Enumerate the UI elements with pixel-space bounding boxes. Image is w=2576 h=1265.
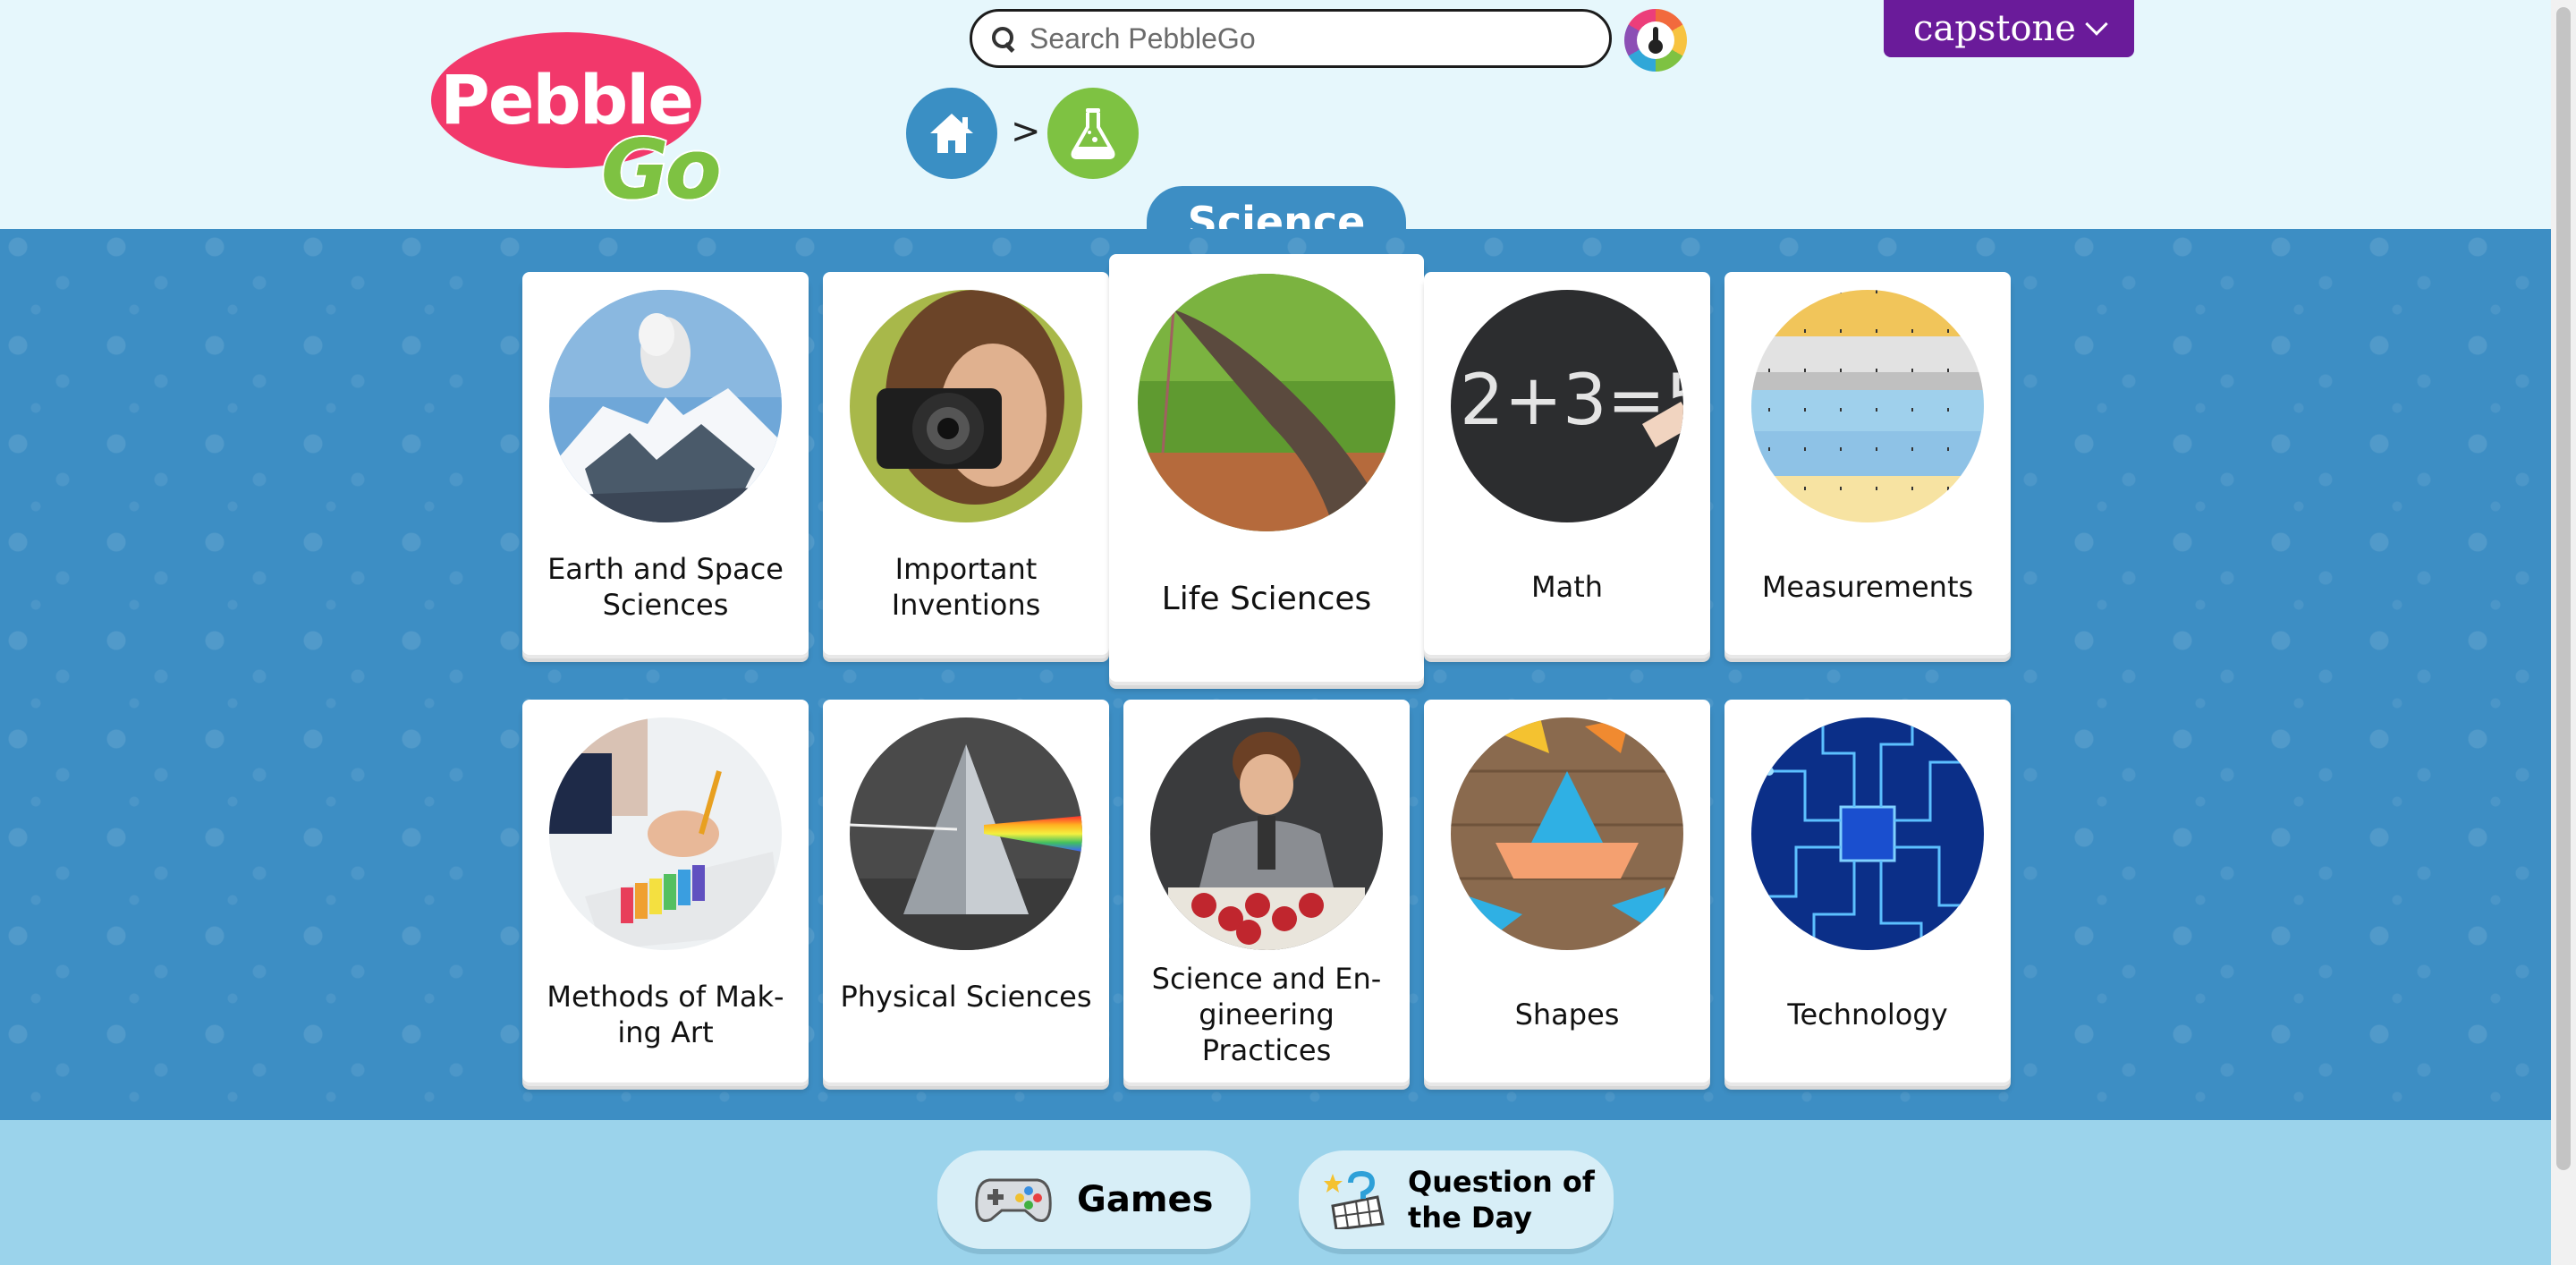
qotd-text: Question of the Day [1408, 1164, 1595, 1235]
topic-label: Science and En-gineering Practices [1151, 962, 1382, 1067]
breadcrumb-home-button[interactable] [906, 88, 997, 179]
boy-puzzle-image [1150, 717, 1383, 950]
accessibility-icon [1637, 21, 1674, 59]
games-button[interactable]: Games [937, 1150, 1250, 1249]
question-of-the-day-button[interactable]: Question of the Day [1299, 1150, 1614, 1249]
search-input[interactable] [1030, 21, 1566, 55]
topic-card-shapes[interactable]: Shapes [1424, 700, 1710, 1082]
topic-label: Shapes [1514, 998, 1620, 1032]
topic-label: Earth and Space Sciences [547, 552, 784, 622]
topic-label: Technology [1787, 998, 1948, 1032]
volcano-image [549, 290, 782, 522]
topic-label: Life Sciences [1161, 581, 1372, 617]
topic-label: Math [1530, 570, 1604, 604]
pebblego-logo[interactable]: Pebble Go [431, 32, 735, 219]
search-box[interactable] [970, 9, 1612, 68]
anteater-image [1138, 274, 1395, 531]
topic-card-technology[interactable]: Technology [1724, 700, 2011, 1082]
topic-label: Important Inventions [891, 552, 1041, 622]
topic-card-earth-space[interactable]: Earth and Space Sciences [522, 272, 809, 655]
painting-image [549, 717, 782, 950]
topic-label: Methods of Mak-ing Art [547, 980, 784, 1049]
footer-bar: Games Question of the Day [0, 1120, 2551, 1265]
circuit-board-image [1751, 717, 1984, 950]
prism-image [850, 717, 1082, 950]
topic-label: Physical Sciences [840, 980, 1092, 1014]
topic-card-inventions[interactable]: Important Inventions [823, 272, 1109, 655]
rulers-image [1751, 290, 1984, 522]
capstone-menu-button[interactable]: capstone [1884, 0, 2134, 57]
qotd-line2: the Day [1408, 1201, 1532, 1235]
breadcrumb-science-button[interactable] [1047, 88, 1139, 179]
topic-card-physical-sciences[interactable]: Physical Sciences [823, 700, 1109, 1082]
tangram-boat-image [1451, 717, 1683, 950]
scrollbar-thumb[interactable] [2556, 7, 2571, 1170]
scrollbar[interactable] [2551, 0, 2576, 1265]
game-controller-icon [975, 1178, 1052, 1222]
search-icon [990, 25, 1017, 52]
topic-label: Measurements [1761, 570, 1974, 604]
games-label: Games [1077, 1179, 1214, 1220]
logo-go-text: Go [599, 120, 724, 219]
breadcrumb-separator: > [1011, 111, 1041, 152]
home-icon [930, 114, 973, 153]
chalkboard-image: 2+3=5 [1451, 290, 1683, 522]
topic-card-life-sciences[interactable]: Life Sciences [1109, 254, 1424, 682]
question-calendar-icon [1324, 1170, 1385, 1229]
topic-card-math[interactable]: 2+3=5 Math [1424, 272, 1710, 655]
chevron-down-icon [2085, 13, 2108, 36]
camera-image [850, 290, 1082, 522]
topic-card-measurements[interactable]: Measurements [1724, 272, 2011, 655]
accessibility-color-wheel-button[interactable] [1624, 9, 1687, 72]
topic-grid-panel: Earth and Space Sciences Important Inven… [0, 229, 2551, 1120]
capstone-label: capstone [1913, 8, 2076, 49]
topic-card-science-engineering[interactable]: Science and En-gineering Practices [1123, 700, 1410, 1082]
topic-card-making-art[interactable]: Methods of Mak-ing Art [522, 700, 809, 1082]
qotd-line1: Question of [1408, 1165, 1595, 1199]
flask-icon [1071, 108, 1115, 159]
